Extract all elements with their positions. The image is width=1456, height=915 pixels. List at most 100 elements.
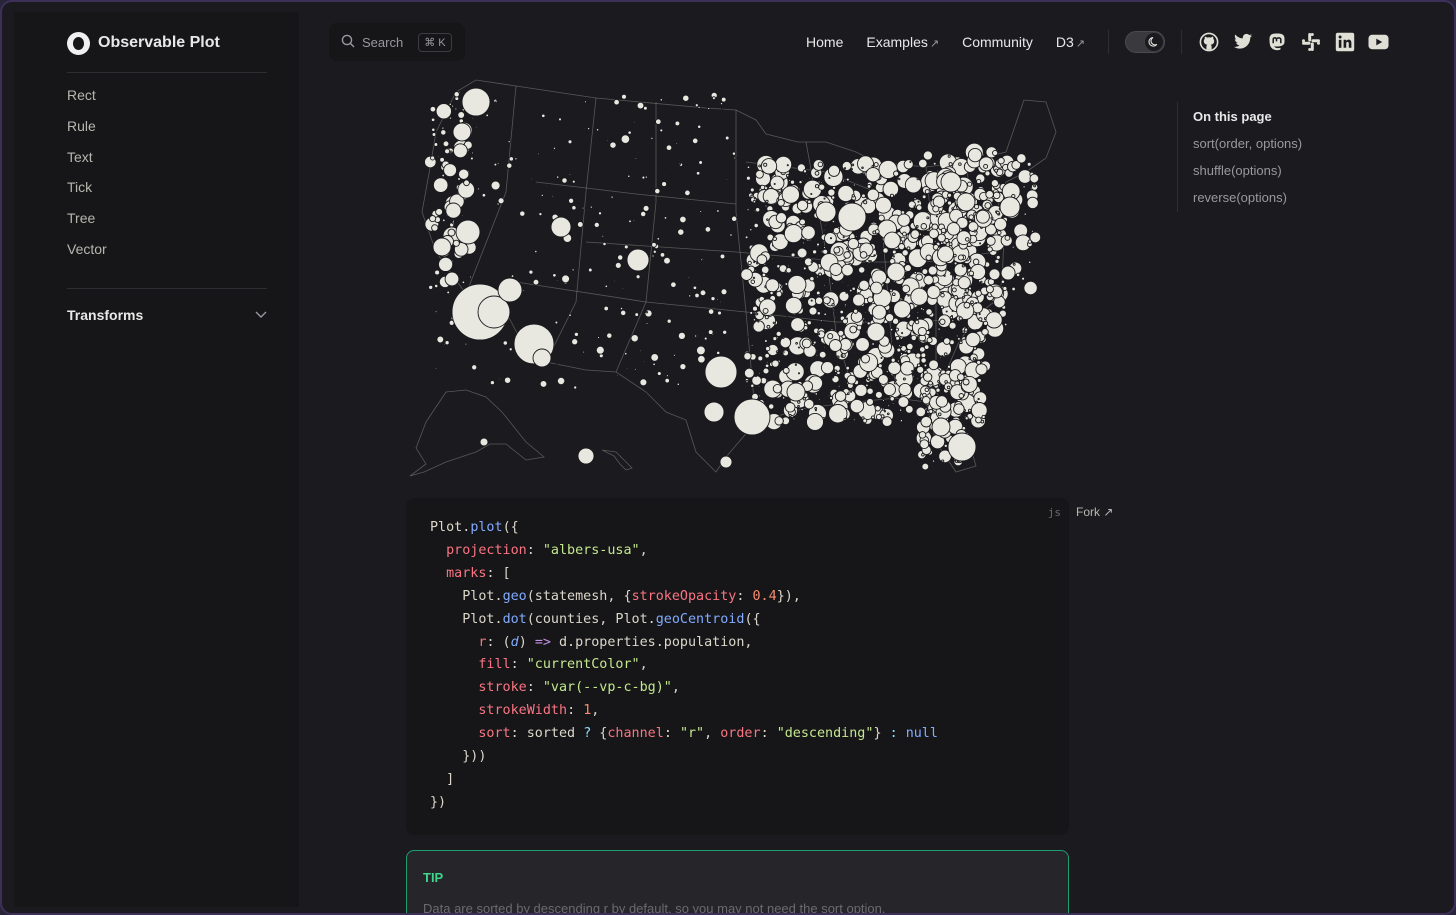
county-dot xyxy=(981,206,984,210)
twitter-icon[interactable] xyxy=(1232,32,1253,53)
nav-community[interactable]: Community xyxy=(962,34,1033,50)
toc-item-sort[interactable]: sort(order, options) xyxy=(1193,130,1397,157)
county-dot xyxy=(1033,184,1037,188)
county-dot xyxy=(812,249,818,255)
county-dot xyxy=(754,375,758,378)
county-dot xyxy=(639,378,648,387)
county-dot xyxy=(919,439,930,450)
dark-mode-toggle[interactable] xyxy=(1125,31,1165,53)
county-dot xyxy=(949,273,953,276)
sidebar-item-vector[interactable]: Vector xyxy=(67,234,107,265)
county-dot xyxy=(765,278,780,293)
county-dot xyxy=(659,252,666,258)
county-dot xyxy=(719,300,722,304)
county-dot xyxy=(837,202,867,232)
county-dot xyxy=(812,294,815,297)
toc-item-shuffle[interactable]: shuffle(options) xyxy=(1193,157,1397,184)
linkedin-icon[interactable] xyxy=(1334,32,1355,53)
county-dot xyxy=(938,210,943,214)
county-dot xyxy=(528,269,534,275)
county-dot xyxy=(933,313,936,316)
county-dot xyxy=(765,360,769,364)
county-dot xyxy=(818,183,826,191)
nav-d3[interactable]: D3 ↗ xyxy=(1056,34,1085,50)
county-dot xyxy=(922,150,933,161)
county-dot xyxy=(477,187,480,191)
github-icon[interactable] xyxy=(1198,32,1219,53)
county-dot xyxy=(1000,284,1004,288)
county-dot xyxy=(792,418,795,421)
county-dot xyxy=(975,313,978,316)
county-dot xyxy=(865,383,869,388)
county-dot xyxy=(807,371,810,374)
county-dot xyxy=(962,295,965,299)
county-dot xyxy=(753,222,759,229)
sidebar-item-tick[interactable]: Tick xyxy=(67,172,107,203)
county-dot xyxy=(577,447,595,465)
county-dot xyxy=(623,244,629,250)
county-dot xyxy=(973,229,977,233)
county-dot xyxy=(889,251,892,254)
county-dot xyxy=(490,180,501,191)
search-button[interactable]: Search ⌘ K xyxy=(329,23,465,61)
county-dot xyxy=(782,336,785,339)
county-dot xyxy=(897,396,910,408)
county-dot xyxy=(481,192,487,198)
county-dot xyxy=(756,262,759,265)
brand-link[interactable]: Observable Plot xyxy=(67,30,220,56)
nav-examples[interactable]: Examples ↗ xyxy=(866,34,939,50)
county-dot xyxy=(846,284,850,287)
toc-item-reverse[interactable]: reverse(options) xyxy=(1193,184,1397,211)
county-dot xyxy=(838,290,850,302)
youtube-icon[interactable] xyxy=(1368,32,1389,53)
county-dot xyxy=(707,106,711,111)
code-block: js Plot.plot({ projection: "albers-usa",… xyxy=(406,498,1069,835)
county-dot xyxy=(846,304,849,307)
county-dot xyxy=(890,357,896,363)
county-dot xyxy=(747,364,750,367)
county-dot xyxy=(823,246,826,250)
sidebar-item-rect[interactable]: Rect xyxy=(67,80,107,111)
state-line xyxy=(535,181,737,205)
county-dot xyxy=(943,443,948,448)
county-dot xyxy=(753,209,757,213)
county-dot xyxy=(816,242,820,247)
county-dot xyxy=(698,160,703,165)
county-dot xyxy=(645,310,648,314)
county-dot xyxy=(694,292,700,299)
county-dot xyxy=(827,333,834,340)
county-dot xyxy=(830,282,834,285)
county-dot xyxy=(787,274,807,295)
county-dot xyxy=(774,155,793,174)
county-dot xyxy=(432,237,452,257)
transforms-section-toggle[interactable]: Transforms xyxy=(67,302,267,328)
fork-link[interactable]: Fork ↗ xyxy=(1076,505,1113,519)
county-dot xyxy=(748,302,751,305)
county-dot xyxy=(856,324,863,331)
sidebar-item-tree[interactable]: Tree xyxy=(67,203,107,234)
county-dot xyxy=(623,351,628,356)
county-dot xyxy=(988,268,1001,281)
slack-icon[interactable] xyxy=(1300,32,1321,53)
county-dot xyxy=(820,174,823,177)
sidebar-item-text[interactable]: Text xyxy=(67,142,107,173)
county-dot xyxy=(697,105,701,109)
county-dot xyxy=(749,228,753,232)
nav-home[interactable]: Home xyxy=(806,34,843,50)
county-dot xyxy=(847,237,860,250)
county-dot xyxy=(784,296,803,315)
county-dot xyxy=(870,343,873,346)
county-dot xyxy=(745,332,748,335)
mastodon-icon[interactable] xyxy=(1266,32,1287,53)
code-language-label: js xyxy=(1047,506,1061,519)
county-dot xyxy=(994,258,1000,264)
county-dot xyxy=(771,331,775,334)
county-dot xyxy=(514,157,518,161)
county-dot xyxy=(941,459,945,463)
county-dot xyxy=(707,329,714,335)
county-dot xyxy=(848,417,851,421)
sidebar-item-rule[interactable]: Rule xyxy=(67,111,107,142)
county-dot xyxy=(852,183,856,187)
county-dot xyxy=(808,306,818,316)
county-dot xyxy=(670,281,677,288)
